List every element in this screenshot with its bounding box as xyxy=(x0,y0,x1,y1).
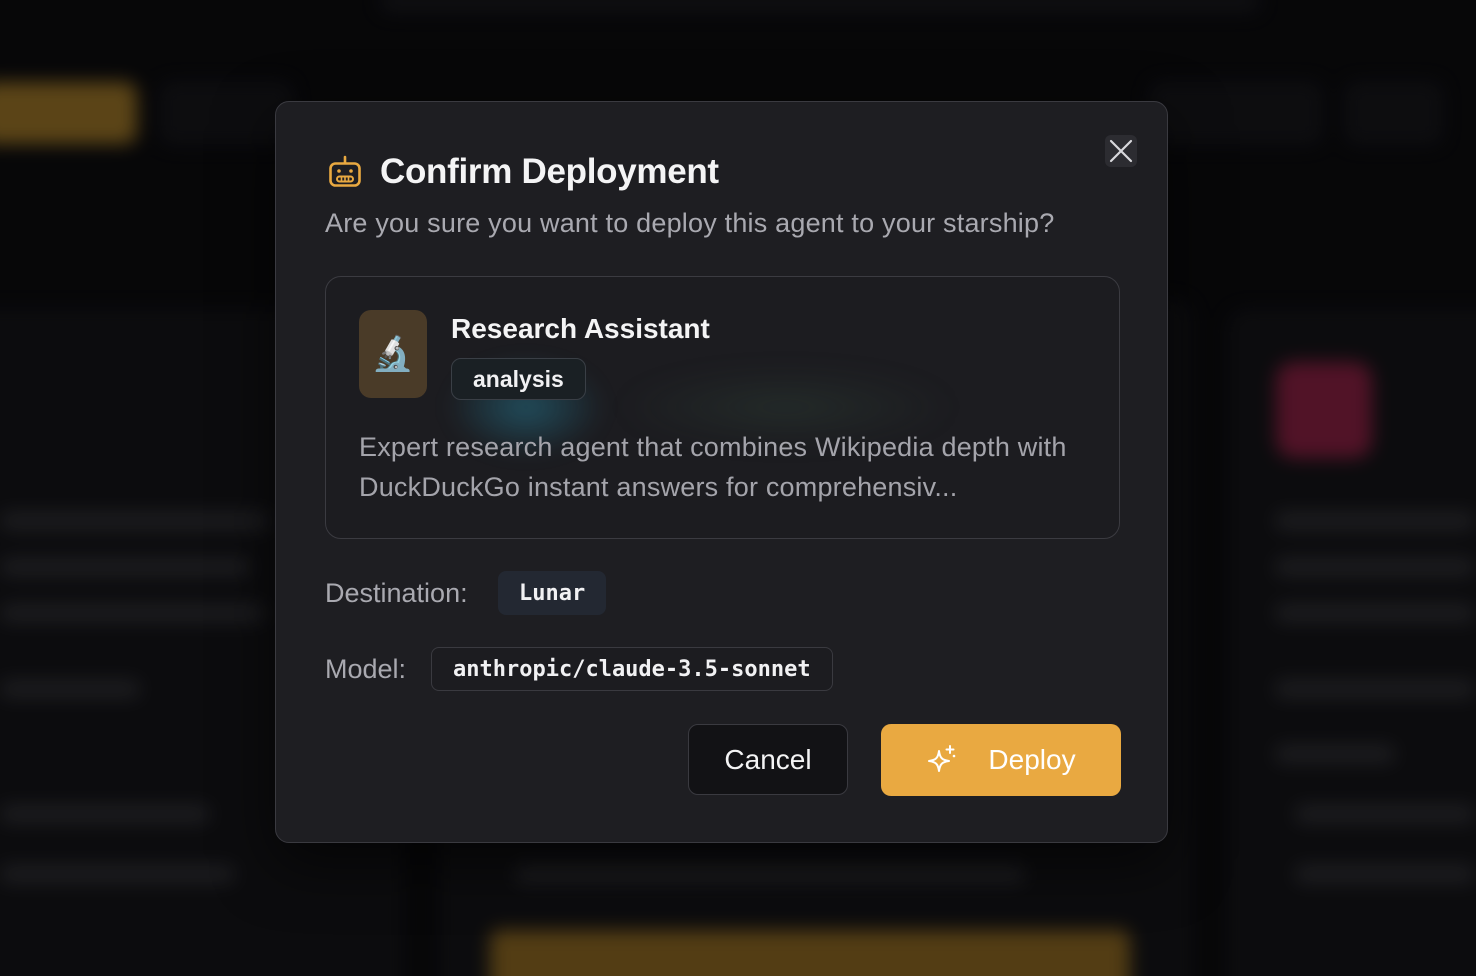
robot-icon xyxy=(329,155,361,187)
dialog-header: Confirm Deployment xyxy=(328,152,719,192)
dialog-title: Confirm Deployment xyxy=(380,152,719,191)
close-icon xyxy=(1109,139,1133,163)
deploy-button-label: Deploy xyxy=(988,744,1076,775)
cancel-button-label: Cancel xyxy=(724,743,812,775)
microscope-icon: 🔬 xyxy=(371,335,415,373)
dialog-subtitle: Are you sure you want to deploy this age… xyxy=(325,208,1055,238)
agent-description: Expert research agent that combines Wiki… xyxy=(359,432,1067,502)
destination-value: Lunar xyxy=(498,571,607,615)
close-button[interactable] xyxy=(1105,135,1137,167)
agent-name: Research Assistant xyxy=(451,313,710,344)
model-label: Model: xyxy=(325,654,407,684)
sparkle-icon xyxy=(928,745,956,772)
cancel-button[interactable]: Cancel xyxy=(688,724,848,795)
agent-summary-card: 🔬 Research Assistant analysis Expert res… xyxy=(325,276,1120,539)
model-value: anthropic/claude-3.5-sonnet xyxy=(431,647,833,691)
agent-avatar: 🔬 xyxy=(359,310,427,398)
confirm-deployment-dialog: Confirm Deployment Are you sure you want… xyxy=(275,101,1168,843)
destination-label: Destination: xyxy=(325,578,468,608)
deploy-button[interactable]: Deploy xyxy=(881,724,1121,796)
agent-category-tag: analysis xyxy=(451,358,586,400)
